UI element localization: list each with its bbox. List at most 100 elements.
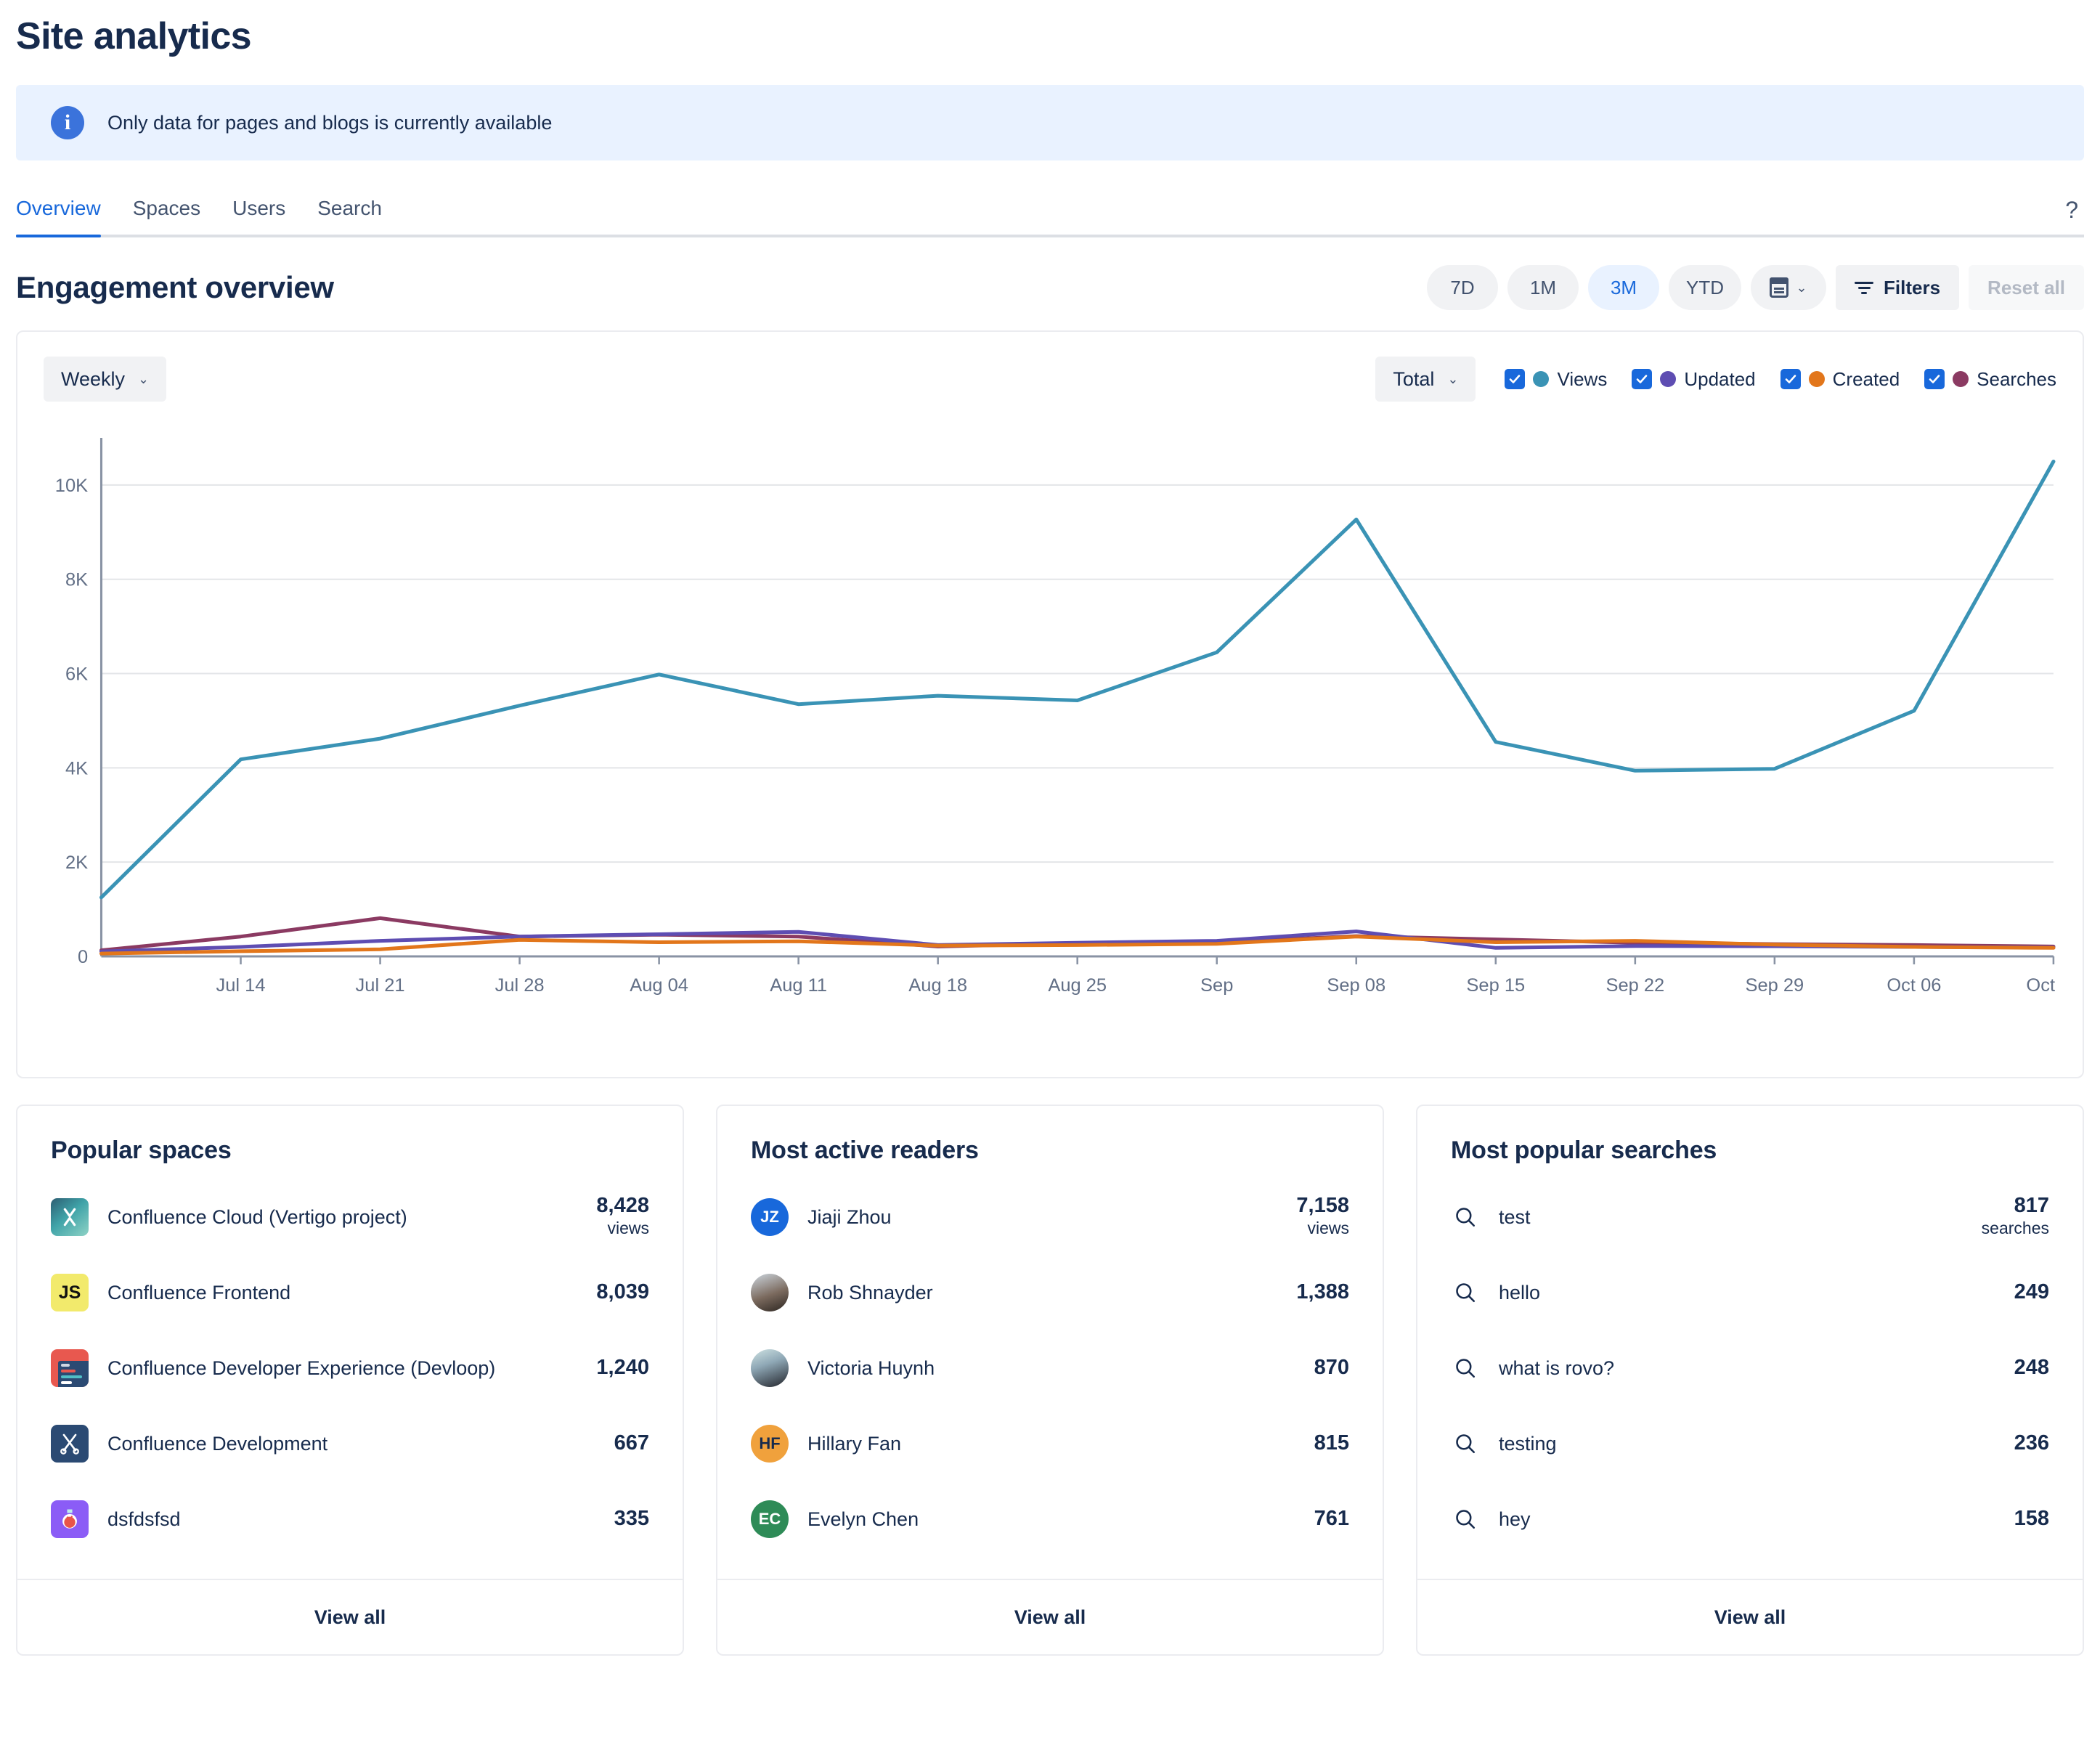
list-item[interactable]: testing 236	[1451, 1406, 2049, 1481]
filter-icon	[1855, 281, 1874, 294]
list-item[interactable]: Rob Shnayder 1,388	[751, 1255, 1349, 1330]
search-icon	[1451, 1505, 1480, 1534]
list-item-label: Victoria Huynh	[807, 1357, 935, 1379]
search-icon	[1451, 1354, 1480, 1383]
list-item[interactable]: Confluence Cloud (Vertigo project) 8,428 v…	[51, 1179, 649, 1255]
search-icon	[1451, 1203, 1480, 1232]
avatar: EC	[751, 1500, 789, 1539]
engagement-chart-card: Weekly ⌄ Total ⌄ Views Updated Created Sear…	[16, 330, 2084, 1079]
list-item[interactable]: hey 158	[1451, 1481, 2049, 1557]
info-banner: i Only data for pages and blogs is curre…	[16, 85, 2084, 161]
list-item-value: 7,158 views	[1296, 1194, 1349, 1240]
summary-cards-row: Popular spaces Confluence Cloud (Vertigo …	[16, 1105, 2084, 1656]
space-cloud-icon	[51, 1198, 89, 1237]
list-item-value: 667	[614, 1431, 649, 1455]
card-body: Most popular searches test 817 searches hell…	[1417, 1106, 2083, 1579]
list-item-number: 1,388	[1296, 1280, 1349, 1304]
list-item-label: Confluence Cloud (Vertigo project)	[107, 1205, 407, 1228]
section-title: Engagement overview	[16, 270, 334, 305]
range-1m-button[interactable]: 1M	[1507, 265, 1579, 311]
card-title: Most active readers	[751, 1136, 979, 1165]
legend-label: Created	[1832, 367, 1900, 390]
tab-search[interactable]: Search	[301, 197, 398, 235]
list-item-number: 8,039	[596, 1280, 649, 1304]
range-ytd-button[interactable]: YTD	[1669, 265, 1742, 311]
svg-text:8K: 8K	[65, 570, 88, 590]
legend-item-updated[interactable]: Updated	[1632, 368, 1756, 391]
tab-overview[interactable]: Overview	[16, 197, 117, 238]
list-item-label: Confluence Frontend	[107, 1281, 291, 1303]
svg-text:Sep 15: Sep 15	[1466, 975, 1525, 996]
reset-all-button[interactable]: Reset all	[1969, 265, 2084, 311]
svg-text:6K: 6K	[65, 664, 88, 685]
svg-text:Jul 21: Jul 21	[356, 975, 405, 996]
list-item[interactable]: JS Confluence Frontend 8,039	[51, 1255, 649, 1330]
card-body: Most active readers JZ Jiaji Zhou 7,158 view…	[717, 1106, 1383, 1579]
list-item-value: 817 searches	[1981, 1194, 2049, 1240]
date-picker-button[interactable]: ⌄	[1751, 265, 1827, 311]
filters-label: Filters	[1884, 276, 1941, 298]
list-item-label: what is rovo?	[1499, 1357, 1615, 1379]
checkbox-searches[interactable]	[1924, 369, 1945, 390]
chart-legend: Views Updated Created Searches	[1505, 368, 2056, 391]
chart-toolbar: Weekly ⌄ Total ⌄ Views Updated Created Sear…	[44, 357, 2056, 402]
legend-item-created[interactable]: Created	[1780, 368, 1900, 391]
range-3m-button[interactable]: 3M	[1588, 265, 1660, 311]
checkbox-updated[interactable]	[1632, 369, 1653, 390]
avatar: JZ	[751, 1198, 789, 1237]
site-analytics-page: Site analytics i Only data for pages and…	[0, 0, 2100, 1753]
card-title: Most popular searches	[1451, 1136, 1717, 1165]
view-all-button[interactable]: View all	[717, 1579, 1383, 1654]
legend-color-dot	[1953, 371, 1969, 388]
list-item-value: 1,388	[1296, 1280, 1349, 1304]
filters-button[interactable]: Filters	[1836, 265, 1960, 311]
list-item-number: 870	[1314, 1356, 1349, 1380]
list-item-label: test	[1499, 1205, 1531, 1228]
svg-text:Jul 14: Jul 14	[216, 975, 266, 996]
list-item-unit: searches	[1981, 1219, 2049, 1238]
checkbox-created[interactable]	[1780, 369, 1801, 390]
list-item[interactable]: Confluence Development 667	[51, 1406, 649, 1481]
svg-text:Sep: Sep	[1200, 975, 1233, 996]
svg-text:Sep 29: Sep 29	[1745, 975, 1804, 996]
list-item-number: 815	[1314, 1431, 1349, 1455]
list-item-number: 158	[2014, 1507, 2049, 1531]
checkbox-views[interactable]	[1505, 369, 1526, 390]
list-item[interactable]: dsfdsfsd 335	[51, 1481, 649, 1557]
tab-users[interactable]: Users	[216, 197, 301, 235]
list-item[interactable]: Confluence Developer Experience (Devloop…	[51, 1330, 649, 1406]
view-all-button[interactable]: View all	[1417, 1579, 2083, 1654]
list-item-number: 8,428	[596, 1194, 649, 1218]
list-item[interactable]: what is rovo? 248	[1451, 1330, 2049, 1406]
svg-text:Aug 11: Aug 11	[770, 975, 827, 996]
list-item-number: 761	[1314, 1507, 1349, 1531]
aggregation-select[interactable]: Total ⌄	[1375, 357, 1476, 402]
list-item-value: 249	[2014, 1280, 2049, 1304]
list-item[interactable]: HF Hillary Fan 815	[751, 1406, 1349, 1481]
list-item-label: Rob Shnayder	[807, 1281, 933, 1303]
help-icon[interactable]: ?	[2065, 198, 2078, 221]
list-item[interactable]: hello 249	[1451, 1255, 2049, 1330]
list-item-label: hey	[1499, 1508, 1531, 1530]
list-item[interactable]: Victoria Huynh 870	[751, 1330, 1349, 1406]
tab-spaces[interactable]: Spaces	[117, 197, 216, 235]
calendar-icon	[1770, 277, 1789, 298]
svg-text:Oct 13: Oct 13	[2026, 975, 2056, 996]
chevron-down-icon: ⌄	[1796, 280, 1807, 295]
list-item[interactable]: JZ Jiaji Zhou 7,158 views	[751, 1179, 1349, 1255]
list-item-label: testing	[1499, 1432, 1557, 1455]
granularity-select[interactable]: Weekly ⌄	[44, 357, 167, 402]
view-all-button[interactable]: View all	[17, 1579, 683, 1654]
legend-item-views[interactable]: Views	[1505, 368, 1607, 391]
list-item-number: 248	[2014, 1356, 2049, 1380]
legend-item-searches[interactable]: Searches	[1924, 368, 2056, 391]
card-title: Popular spaces	[51, 1136, 232, 1165]
list-item[interactable]: EC Evelyn Chen 761	[751, 1481, 1349, 1557]
chevron-down-icon: ⌄	[1447, 371, 1459, 386]
legend-color-dot	[1660, 371, 1677, 388]
svg-text:Aug 18: Aug 18	[908, 975, 967, 996]
legend-label: Searches	[1977, 367, 2056, 390]
page-title: Site analytics	[16, 15, 252, 57]
range-7d-button[interactable]: 7D	[1427, 265, 1499, 311]
list-item[interactable]: test 817 searches	[1451, 1179, 2049, 1255]
